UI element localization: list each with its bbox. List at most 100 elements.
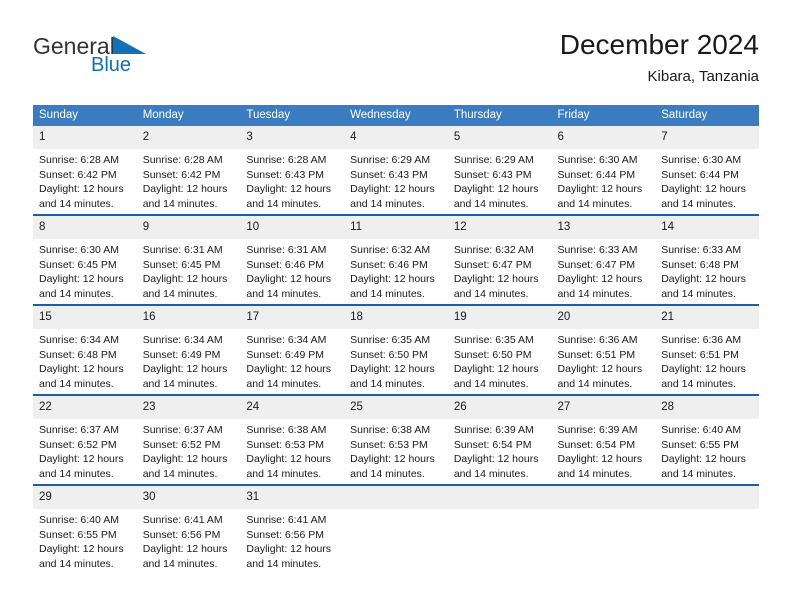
daylight-text: Daylight: 12 hours and 14 minutes. [39,273,124,300]
sunrise-text: Sunrise: 6:28 AM [246,154,327,166]
day-number: 18 [344,306,448,329]
day-cell[interactable]: 14 Sunrise: 6:33 AM Sunset: 6:48 PM Dayligh… [655,214,759,305]
sunrise-text: Sunrise: 6:28 AM [39,154,119,166]
daylight-text: Daylight: 12 hours and 14 minutes. [142,543,228,570]
day-cell[interactable]: 19 Sunrise: 6:35 AM Sunset: 6:50 PM Dayligh… [447,304,552,395]
day-cell[interactable]: 3 Sunrise: 6:28 AM Sunset: 6:43 PM Daylight… [240,126,345,215]
day-cell[interactable]: 20 Sunrise: 6:36 AM Sunset: 6:51 PM Dayligh… [551,304,656,395]
day-number: 15 [33,306,137,329]
day-cell[interactable]: 15 Sunrise: 6:34 AM Sunset: 6:48 PM Dayligh… [33,304,137,395]
day-number: 13 [551,216,656,239]
day-cell[interactable]: 28 Sunrise: 6:40 AM Sunset: 6:55 PM Dayligh… [655,394,759,485]
day-number: 25 [344,396,448,419]
day-cell[interactable]: 29 Sunrise: 6:40 AM Sunset: 6:55 PM Dayligh… [33,484,137,574]
day-number: 16 [136,306,241,329]
sunrise-text: Sunrise: 6:41 AM [142,514,223,526]
day-cell[interactable]: 12 Sunrise: 6:32 AM Sunset: 6:47 PM Dayligh… [447,214,552,305]
day-cell[interactable]: 21 Sunrise: 6:36 AM Sunset: 6:51 PM Dayligh… [655,304,759,395]
day-cell[interactable]: 25 Sunrise: 6:38 AM Sunset: 6:53 PM Dayligh… [344,394,448,485]
day-cell[interactable]: 16 Sunrise: 6:34 AM Sunset: 6:49 PM Dayligh… [136,304,241,395]
day-cell-empty [344,484,448,574]
daylight-text: Daylight: 12 hours and 14 minutes. [557,273,643,300]
sunset-text: Sunset: 6:55 PM [39,528,117,541]
day-details [448,509,552,513]
sunset-text: Sunset: 6:53 PM [246,438,325,451]
sunset-text: Sunset: 6:52 PM [39,438,117,451]
day-cell[interactable]: 10 Sunrise: 6:31 AM Sunset: 6:46 PM Dayligh… [240,214,345,305]
sunset-text: Sunset: 6:48 PM [39,348,117,361]
day-cell[interactable]: 8 Sunrise: 6:30 AM Sunset: 6:45 PM Daylight… [33,214,137,305]
day-cell[interactable]: 30 Sunrise: 6:41 AM Sunset: 6:56 PM Dayligh… [136,484,241,574]
daylight-text: Daylight: 12 hours and 14 minutes. [246,183,332,210]
sunrise-text: Sunrise: 6:35 AM [453,334,534,346]
day-number: 29 [33,486,137,509]
daylight-text: Daylight: 12 hours and 14 minutes. [246,453,332,480]
day-details: Sunrise: 6:34 AM Sunset: 6:48 PM Daylight:… [33,329,137,391]
calendar-header-row: Sunday Monday Tuesday Wednesday Thursday… [33,105,759,126]
day-details: Sunrise: 6:36 AM Sunset: 6:51 PM Daylight:… [552,329,656,391]
sunset-text: Sunset: 6:43 PM [246,168,325,181]
day-details: Sunrise: 6:35 AM Sunset: 6:50 PM Daylight:… [344,329,448,391]
sunrise-text: Sunrise: 6:39 AM [557,424,638,436]
day-details: Sunrise: 6:37 AM Sunset: 6:52 PM Daylight:… [33,419,137,481]
calendar-week-row: 8 Sunrise: 6:30 AM Sunset: 6:45 PM Daylight… [33,214,759,305]
daylight-text: Daylight: 12 hours and 14 minutes. [453,363,539,390]
sunrise-text: Sunrise: 6:38 AM [246,424,327,436]
day-number: 8 [33,216,137,239]
sunset-text: Sunset: 6:44 PM [557,168,636,181]
day-cell[interactable]: 2 Sunrise: 6:28 AM Sunset: 6:42 PM Daylight… [136,126,241,215]
day-details [344,509,448,513]
day-details: Sunrise: 6:38 AM Sunset: 6:53 PM Daylight:… [344,419,448,481]
day-number: 20 [551,306,656,329]
daylight-text: Daylight: 12 hours and 14 minutes. [453,183,539,210]
day-cell-empty [655,484,759,574]
day-cell[interactable]: 6 Sunrise: 6:30 AM Sunset: 6:44 PM Daylight… [551,126,656,215]
daylight-text: Daylight: 12 hours and 14 minutes. [661,273,746,300]
daylight-text: Daylight: 12 hours and 14 minutes. [661,363,746,390]
day-cell[interactable]: 26 Sunrise: 6:39 AM Sunset: 6:54 PM Dayligh… [447,394,552,485]
day-cell[interactable]: 22 Sunrise: 6:37 AM Sunset: 6:52 PM Dayligh… [33,394,137,485]
day-number: 27 [551,396,656,419]
daylight-text: Daylight: 12 hours and 14 minutes. [142,183,228,210]
calendar-week-row: 22 Sunrise: 6:37 AM Sunset: 6:52 PM Dayligh… [33,394,759,485]
sunset-text: Sunset: 6:56 PM [142,528,221,541]
day-cell[interactable]: 27 Sunrise: 6:39 AM Sunset: 6:54 PM Dayligh… [551,394,656,485]
day-details: Sunrise: 6:40 AM Sunset: 6:55 PM Daylight:… [655,419,759,481]
day-number: 5 [447,126,552,149]
page-title: December 2024 [559,29,759,60]
logo-top-line: General [33,34,147,59]
sunset-text: Sunset: 6:47 PM [453,258,532,271]
day-number: 2 [136,126,241,149]
day-cell[interactable]: 5 Sunrise: 6:29 AM Sunset: 6:43 PM Daylight… [447,126,552,215]
sunrise-text: Sunrise: 6:36 AM [661,334,742,346]
day-number: 11 [344,216,448,239]
day-cell[interactable]: 9 Sunrise: 6:31 AM Sunset: 6:45 PM Daylight… [136,214,241,305]
day-details: Sunrise: 6:32 AM Sunset: 6:47 PM Daylight:… [448,239,552,301]
day-cell[interactable]: 31 Sunrise: 6:41 AM Sunset: 6:56 PM Dayligh… [240,484,345,574]
day-cell[interactable]: 7 Sunrise: 6:30 AM Sunset: 6:44 PM Daylight… [655,126,759,215]
sunrise-text: Sunrise: 6:40 AM [661,424,742,436]
daylight-text: Daylight: 12 hours and 14 minutes. [453,273,539,300]
day-number [655,486,759,509]
daylight-text: Daylight: 12 hours and 14 minutes. [142,273,228,300]
sunrise-text: Sunrise: 6:34 AM [142,334,223,346]
day-cell[interactable]: 1 Sunrise: 6:28 AM Sunset: 6:42 PM Daylight… [33,126,137,215]
day-number [447,486,552,509]
day-number: 7 [655,126,759,149]
day-cell[interactable]: 4 Sunrise: 6:29 AM Sunset: 6:43 PM Daylight… [344,126,448,215]
day-cell[interactable]: 11 Sunrise: 6:32 AM Sunset: 6:46 PM Dayligh… [344,214,448,305]
day-number [344,486,448,509]
day-cell[interactable]: 13 Sunrise: 6:33 AM Sunset: 6:47 PM Dayligh… [551,214,656,305]
weekday-header-wednesday: Wednesday [344,105,448,126]
day-cell[interactable]: 17 Sunrise: 6:34 AM Sunset: 6:49 PM Dayligh… [240,304,345,395]
day-number: 22 [33,396,137,419]
day-cell[interactable]: 24 Sunrise: 6:38 AM Sunset: 6:53 PM Dayligh… [240,394,345,485]
day-cell[interactable]: 23 Sunrise: 6:37 AM Sunset: 6:52 PM Dayligh… [136,394,241,485]
daylight-text: Daylight: 12 hours and 14 minutes. [350,363,435,390]
day-cell[interactable]: 18 Sunrise: 6:35 AM Sunset: 6:50 PM Dayligh… [344,304,448,395]
page-header: General Blue December 2024 Kibara, Tanza… [33,28,759,98]
day-details: Sunrise: 6:28 AM Sunset: 6:42 PM Daylight:… [33,149,137,211]
general-blue-logo[interactable]: General Blue [33,34,233,76]
day-number: 28 [655,396,759,419]
daylight-text: Daylight: 12 hours and 14 minutes. [350,273,435,300]
